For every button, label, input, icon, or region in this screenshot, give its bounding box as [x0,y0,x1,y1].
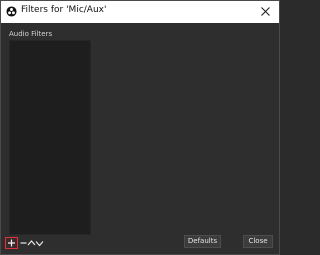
window-title: Filters for 'Mic/Aux' [21,5,107,15]
audio-filters-label: Audio Filters [9,30,53,38]
audio-filters-list[interactable] [9,40,91,235]
plus-icon [8,239,15,247]
close-icon[interactable] [258,4,273,19]
close-button[interactable]: Close [243,235,273,248]
add-filter-button[interactable] [5,237,18,249]
title-bar[interactable]: Filters for 'Mic/Aux' [1,1,279,23]
filters-window: Filters for 'Mic/Aux' Audio Filters Defa… [0,0,280,255]
defaults-button[interactable]: Defaults [184,235,221,248]
obs-logo-icon [6,6,17,17]
chevron-down-icon[interactable] [35,238,44,248]
